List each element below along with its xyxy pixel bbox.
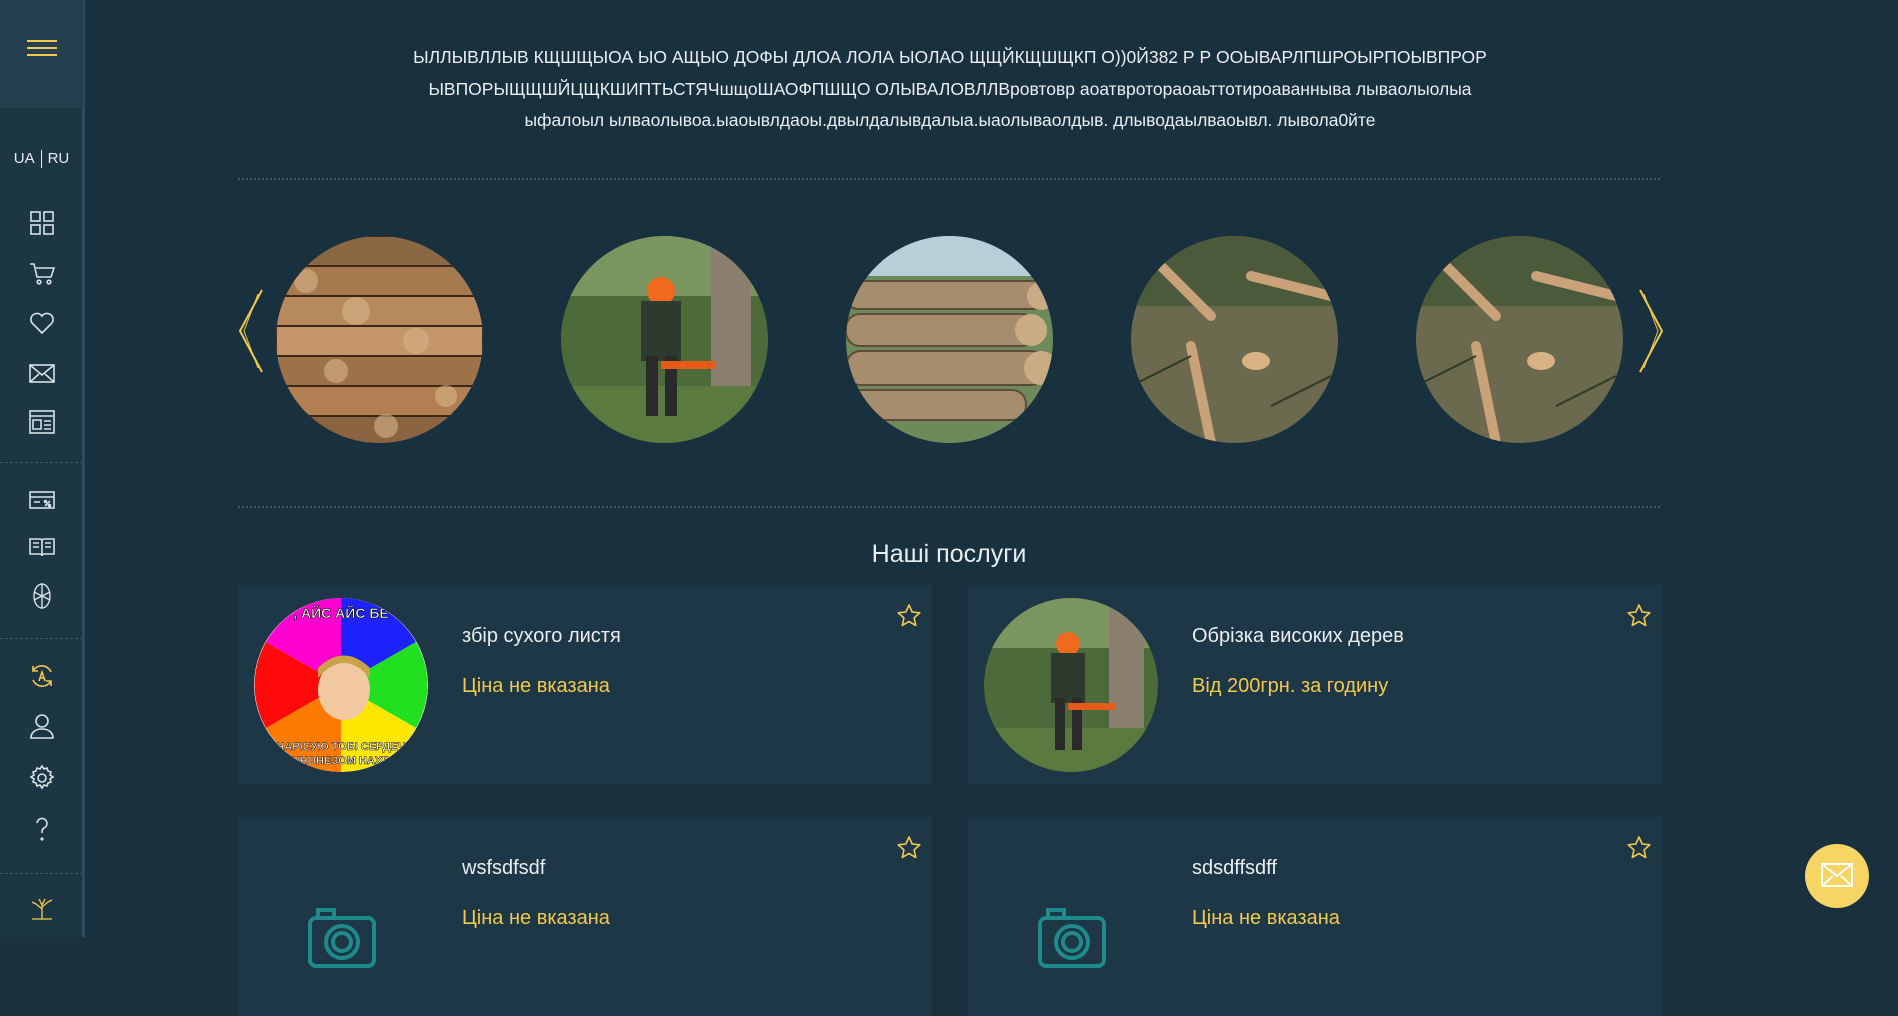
sidebar-border [82, 108, 84, 937]
dotted-separator [238, 178, 1660, 180]
star-icon[interactable] [896, 835, 922, 861]
menu-header [0, 0, 83, 108]
carousel-item-felled-trees[interactable] [1131, 236, 1338, 443]
news-icon[interactable] [28, 408, 56, 436]
carousel-item-felled-trees-2[interactable] [1416, 236, 1623, 443]
gear-icon[interactable] [28, 764, 56, 792]
service-price: Ціна не вказана [462, 675, 610, 697]
discount-card-icon[interactable] [28, 486, 56, 514]
question-icon[interactable] [28, 815, 56, 843]
service-card[interactable]: wsfsdfsdf Ціна не вказана [238, 817, 932, 1016]
envelope-icon[interactable] [28, 359, 56, 387]
service-card[interactable]: Обрізка високих дерев Від 200грн. за год… [968, 585, 1662, 784]
cart-icon[interactable] [28, 259, 56, 287]
carousel-item-firewood[interactable] [276, 236, 483, 443]
service-name: збір сухого листя [462, 625, 621, 647]
service-image-meme: , АЙС АЙС БЕ НАРІСУЮ ТОБІ СЕРДЕЧ ЧНОНЕЗО… [254, 598, 428, 772]
meme-bottom-text-1: НАРІСУЮ ТОБІ СЕРДЕЧ [276, 741, 405, 753]
service-image-lumberjack [984, 598, 1158, 772]
lang-ru-link[interactable]: RU [48, 150, 70, 167]
user-icon[interactable] [28, 712, 56, 740]
star-icon[interactable] [896, 603, 922, 629]
photo-carousel [232, 236, 1666, 446]
service-name: wsfsdfsdf [462, 857, 546, 879]
tree-logo-icon[interactable] [28, 893, 56, 921]
sidebar-divider-2 [0, 638, 83, 639]
message-button[interactable] [1805, 844, 1869, 908]
camera-placeholder-icon [984, 830, 1158, 1004]
service-card[interactable]: sdsdffsdff Ціна не вказана [968, 817, 1662, 1016]
pie-icon[interactable] [28, 582, 56, 610]
refresh-icon[interactable] [28, 662, 56, 690]
intro-line-1: ЫЛЛЫВЛЛЫВ КЩШЩЫОА ЫО АЩЫО ДОФЫ ДЛОА ЛОЛА… [413, 47, 1487, 67]
dotted-separator-2 [238, 506, 1660, 508]
camera-placeholder-icon [254, 830, 428, 1004]
service-name: Обрізка високих дерев [1192, 625, 1404, 647]
chevron-right-icon[interactable] [1636, 286, 1666, 376]
service-price: Від 200грн. за годину [1192, 675, 1389, 697]
service-price: Ціна не вказана [1192, 907, 1340, 929]
language-switcher: UA RU [0, 150, 83, 169]
lang-ua-link[interactable]: UA [14, 150, 35, 167]
hamburger-menu-icon[interactable] [27, 40, 57, 58]
star-icon[interactable] [1626, 835, 1652, 861]
envelope-icon [1821, 863, 1853, 887]
grid-icon[interactable] [28, 209, 56, 237]
intro-line-2: ЫВПОРЫЩЩШЙЦЩКШИПТЬСТЯЧшщоШАОФПШЩО ОЛЫВАЛ… [428, 78, 1472, 99]
meme-top-text: , АЙС АЙС БЕ [293, 604, 389, 621]
service-card[interactable]: , АЙС АЙС БЕ НАРІСУЮ ТОБІ СЕРДЕЧ ЧНОНЕЗО… [238, 585, 932, 784]
services-title: Наші послуги [871, 540, 1027, 568]
sidebar-divider [0, 462, 83, 463]
intro-line-3: ыфалоыл ылваолывоа.ыаоывлдаоы.двылдалывд… [524, 110, 1376, 130]
carousel-item-lumberjack[interactable] [561, 236, 768, 443]
heart-icon[interactable] [28, 309, 56, 337]
sidebar: UA RU [0, 0, 85, 937]
intro-text: ЫЛЛЫВЛЛЫВ КЩШЩЫОА ЫО АЩЫО ДОФЫ ДЛОА ЛОЛА… [370, 42, 1530, 137]
service-price: Ціна не вказана [462, 907, 610, 929]
service-name: sdsdffsdff [1192, 857, 1277, 879]
chevron-left-icon[interactable] [236, 286, 266, 376]
meme-bottom-text-2: ЧНОНЕЗОМ НАХВ [292, 755, 390, 767]
star-icon[interactable] [1626, 603, 1652, 629]
carousel-item-logs[interactable] [846, 236, 1053, 443]
sidebar-divider-3 [0, 873, 83, 874]
